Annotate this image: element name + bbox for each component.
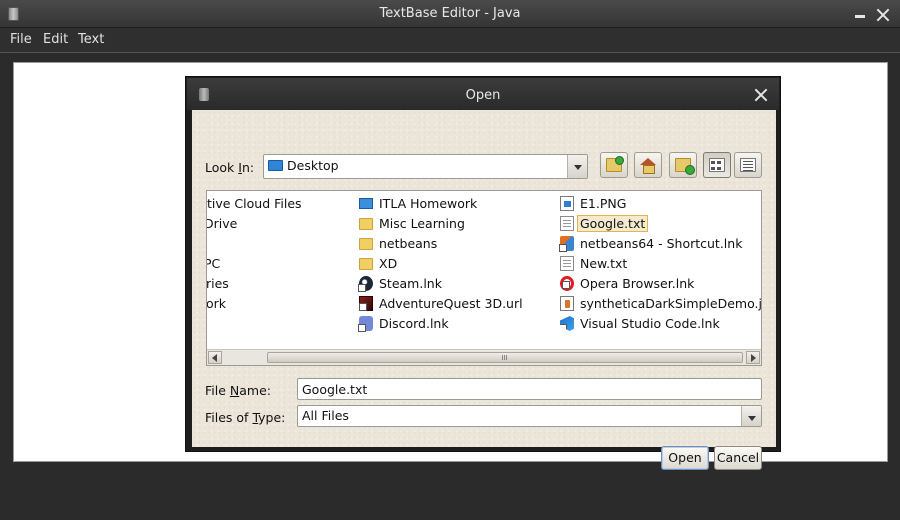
file-name-field[interactable] bbox=[297, 378, 762, 400]
file-name-input[interactable] bbox=[298, 379, 761, 399]
image-file-icon bbox=[560, 196, 574, 211]
close-icon[interactable] bbox=[876, 8, 890, 22]
text-file-icon bbox=[560, 216, 574, 231]
steam-icon bbox=[358, 276, 373, 292]
scrollbar-thumb[interactable] bbox=[267, 352, 743, 363]
dialog-titlebar: Open bbox=[187, 78, 779, 110]
scroll-right-icon[interactable] bbox=[746, 351, 760, 364]
netbeans-icon bbox=[559, 236, 574, 252]
home-icon bbox=[640, 158, 656, 174]
file-type-value: All Files bbox=[302, 408, 349, 423]
new-folder-icon bbox=[675, 158, 695, 175]
vscode-icon bbox=[560, 316, 574, 331]
minimize-icon[interactable] bbox=[854, 9, 866, 21]
list-view-icon bbox=[709, 158, 725, 172]
window-titlebar: TextBase Editor - Java bbox=[0, 0, 900, 28]
open-button[interactable]: Open bbox=[661, 446, 709, 470]
dialog-title: Open bbox=[465, 88, 501, 103]
file-list[interactable]: tive Cloud Files Drive PC ries ork ITLA … bbox=[206, 190, 762, 366]
scroll-left-icon[interactable] bbox=[208, 351, 222, 364]
look-in-combo[interactable]: Desktop bbox=[263, 154, 588, 179]
menu-file[interactable]: File bbox=[10, 32, 32, 47]
dialog-body: Look In: Desktop tive Cloud Files Drive … bbox=[192, 110, 776, 470]
desktop-icon bbox=[268, 160, 283, 171]
menu-bar: File Edit Text bbox=[0, 28, 900, 52]
folder-icon bbox=[359, 258, 373, 270]
file-type-combo[interactable]: All Files bbox=[297, 405, 762, 427]
open-dialog: Open Look In: Desktop tive Cloud Files D… bbox=[185, 76, 781, 470]
file-name-label: File Name: bbox=[205, 383, 271, 398]
look-in-dropdown-arrow[interactable] bbox=[567, 155, 587, 178]
menu-edit[interactable]: Edit bbox=[43, 32, 68, 47]
menu-text[interactable]: Text bbox=[78, 32, 104, 47]
new-folder-button[interactable] bbox=[669, 152, 697, 178]
text-file-icon bbox=[560, 256, 574, 271]
look-in-value: Desktop bbox=[287, 158, 339, 173]
up-folder-button[interactable] bbox=[600, 152, 628, 178]
look-in-label: Look In: bbox=[205, 160, 255, 175]
discord-icon bbox=[358, 316, 373, 332]
cancel-button[interactable]: Cancel bbox=[714, 446, 762, 470]
details-view-button[interactable] bbox=[734, 152, 762, 178]
folder-icon bbox=[359, 238, 373, 250]
monitor-icon bbox=[359, 198, 373, 209]
menu-divider bbox=[0, 52, 900, 53]
java-jar-icon bbox=[560, 296, 574, 311]
adventurequest-icon bbox=[359, 296, 373, 311]
horizontal-scrollbar[interactable] bbox=[207, 349, 761, 365]
opera-icon bbox=[560, 276, 574, 291]
folder-up-icon bbox=[606, 156, 624, 172]
file-type-dropdown-arrow[interactable] bbox=[741, 406, 761, 426]
home-button[interactable] bbox=[634, 152, 662, 178]
folder-icon bbox=[359, 218, 373, 230]
dialog-close-icon[interactable] bbox=[754, 88, 768, 102]
file-type-label: Files of Type: bbox=[205, 410, 286, 425]
window-title: TextBase Editor - Java bbox=[379, 6, 521, 21]
list-view-button[interactable] bbox=[703, 152, 731, 178]
details-view-icon bbox=[740, 158, 756, 172]
